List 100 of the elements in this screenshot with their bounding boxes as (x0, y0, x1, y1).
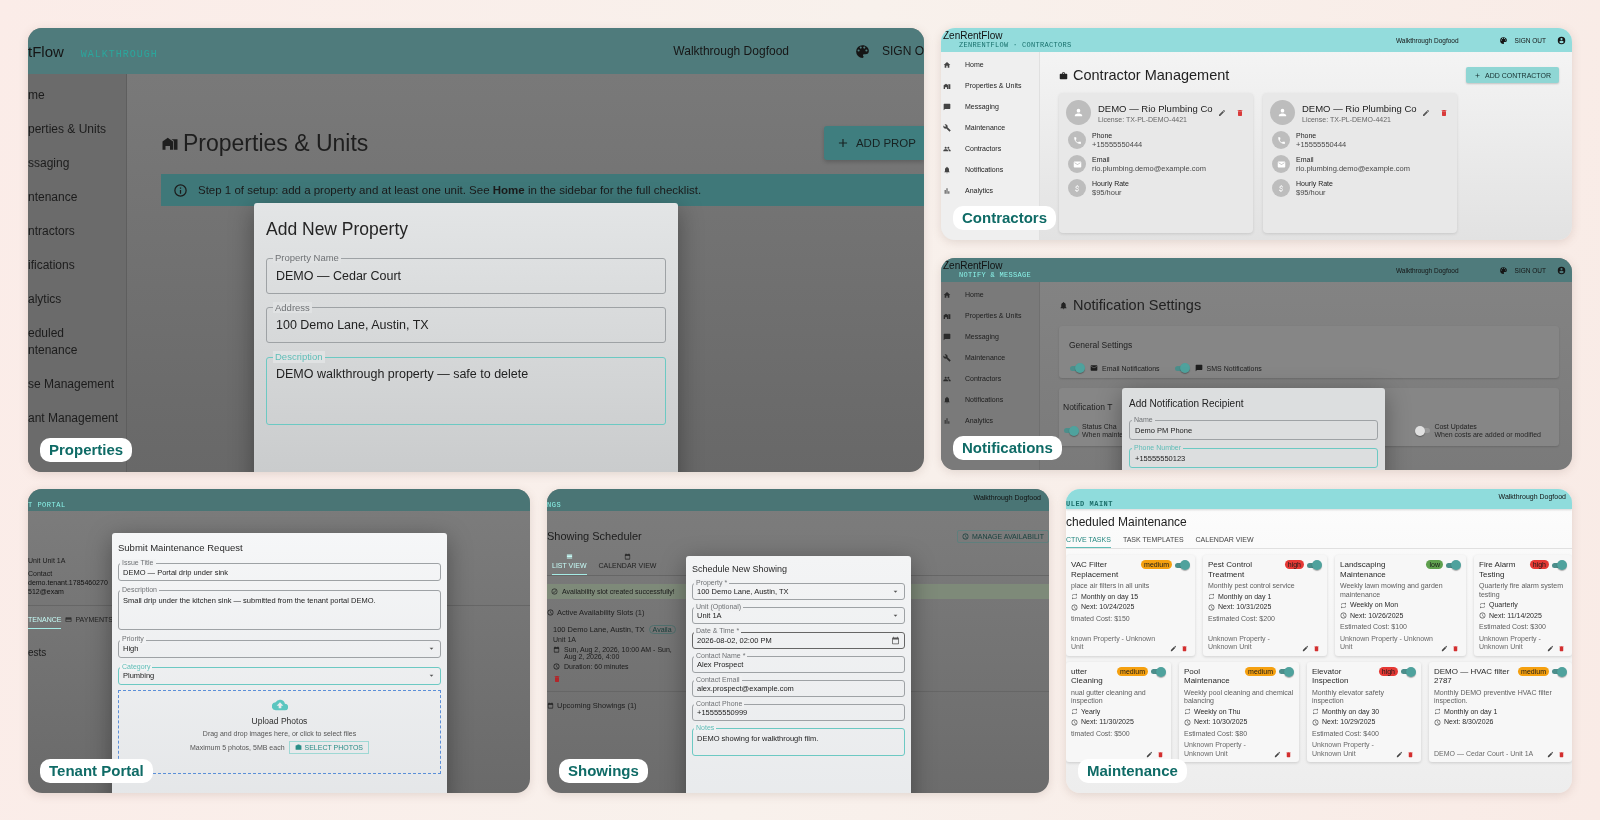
brand-name: ZenRentFlow (943, 260, 1004, 271)
edit-icon[interactable] (1547, 751, 1554, 758)
people-icon (943, 144, 951, 153)
edit-icon[interactable] (1421, 108, 1430, 117)
add-property-button[interactable]: ADD PROP (823, 126, 924, 160)
caption-label: Showings (559, 759, 648, 783)
toggle-switch[interactable] (1150, 666, 1166, 677)
building-icon (943, 81, 951, 90)
wrench-icon (943, 123, 951, 132)
trash-icon[interactable] (1558, 644, 1565, 652)
dialog-title: Submit Maintenance Request (118, 542, 244, 553)
repeat-icon (1208, 593, 1215, 601)
phone-icon (1272, 131, 1290, 149)
credit-card-icon (65, 616, 73, 623)
toggle-switch[interactable] (1069, 363, 1085, 373)
caption-label: Tenant Portal (40, 759, 153, 783)
task-title: utter Cleaning (1071, 666, 1104, 686)
edit-icon[interactable] (1302, 644, 1309, 652)
task-title: Pest Control Treatment (1208, 560, 1254, 579)
toggle-switch[interactable] (1415, 425, 1432, 436)
toggle-switch[interactable] (1173, 363, 1190, 373)
edit-icon[interactable] (1441, 644, 1448, 652)
sign-out-link[interactable]: SIGN O (882, 44, 924, 58)
chat-bubble-icon (1194, 364, 1203, 372)
task-title: Fire Alarm Testing (1479, 560, 1517, 579)
clock-icon (1071, 603, 1078, 611)
envelope-icon (1068, 155, 1086, 173)
briefcase-icon (1059, 70, 1068, 80)
phone-icon (1068, 131, 1086, 149)
brand-name: tFlow (28, 42, 64, 60)
clock-icon (1312, 718, 1319, 726)
caption-label: Maintenance (1078, 759, 1187, 783)
caption-label: Properties (40, 438, 133, 462)
page-title: Notification Settings (1073, 297, 1202, 313)
edit-icon[interactable] (1547, 644, 1554, 652)
edit-icon[interactable] (1274, 751, 1281, 758)
text-area[interactable]: Description DEMO walkthrough property — safe to delete (266, 351, 666, 426)
toggle-switch[interactable] (1551, 560, 1567, 570)
trash-icon[interactable] (1313, 644, 1320, 652)
task-title: Pool Maintenance (1184, 666, 1231, 686)
trash-icon[interactable] (1439, 108, 1448, 117)
dialog-title: Add Notification Recipient (1129, 398, 1245, 409)
trash-icon[interactable] (1452, 644, 1459, 652)
clock-icon (961, 532, 969, 540)
palette-icon[interactable] (1498, 35, 1508, 45)
account-icon[interactable] (1557, 35, 1566, 45)
trash-icon[interactable] (1235, 108, 1244, 117)
trash-icon[interactable] (1407, 751, 1414, 758)
home-icon (943, 290, 951, 299)
toggle-switch[interactable] (1174, 560, 1190, 570)
brand-name: ZenRentFlow (943, 30, 1004, 41)
clock-icon (1479, 612, 1486, 620)
clock-icon (547, 609, 554, 616)
clock-icon (1340, 612, 1347, 620)
input-field[interactable]: Property Name DEMO — Cedar Court (266, 252, 666, 294)
edit-icon[interactable] (1217, 108, 1226, 117)
info-text: Step 1 of setup: add a property and at least one unit. See Home in the sidebar for the full checklist. (198, 184, 702, 196)
clock-icon (553, 663, 560, 670)
edit-icon[interactable] (1396, 751, 1403, 758)
bell-icon (1059, 300, 1068, 310)
building-icon (943, 311, 951, 320)
toggle-switch[interactable] (1400, 666, 1416, 677)
trash-icon[interactable] (1157, 751, 1164, 758)
trash-icon[interactable] (1285, 751, 1292, 758)
toggle-switch[interactable] (1445, 560, 1461, 570)
dialog-title: Add New Property (266, 219, 409, 240)
edit-icon[interactable] (1146, 751, 1153, 758)
toggle-switch[interactable] (1278, 666, 1294, 677)
info-icon (173, 182, 188, 198)
task-title: Elevator Inspection (1312, 666, 1350, 686)
toggle-switch[interactable] (1306, 560, 1322, 570)
page-title: cheduled Maintenance (1066, 515, 1188, 529)
envelope-icon (1090, 364, 1098, 372)
input-field[interactable]: Address 100 Demo Lane, Austin, TX (266, 301, 666, 344)
envelope-icon (1272, 155, 1290, 173)
caption-label: Contractors (953, 206, 1056, 230)
repeat-icon (1184, 708, 1191, 716)
toggle-switch[interactable] (1063, 425, 1079, 436)
people-icon (943, 374, 951, 383)
repeat-icon (1071, 593, 1078, 601)
caption-label: Notifications (953, 436, 1062, 460)
avatar-icon (1270, 100, 1295, 125)
section-title: General Settings (1069, 340, 1133, 350)
list-icon (565, 553, 573, 560)
page-title: Properties & Units (183, 129, 369, 157)
repeat-icon (1071, 708, 1078, 716)
user-name: Walkthrough Dogfood (673, 44, 789, 58)
bar-chart-icon (943, 416, 951, 425)
repeat-icon (1312, 708, 1319, 716)
plus-icon (1474, 71, 1481, 79)
trash-icon[interactable] (1558, 751, 1565, 758)
section-title: Notification T (1063, 402, 1113, 412)
upload-title: Upload Photos (251, 715, 308, 726)
page-title: Contractor Management (1073, 67, 1230, 83)
edit-icon[interactable] (1170, 644, 1177, 652)
task-title: VAC Filter Replacement (1071, 560, 1120, 579)
bell-icon (943, 165, 951, 174)
toggle-switch[interactable] (1551, 666, 1567, 677)
trash-icon[interactable] (1181, 644, 1188, 652)
section-heading: ests (28, 647, 47, 658)
